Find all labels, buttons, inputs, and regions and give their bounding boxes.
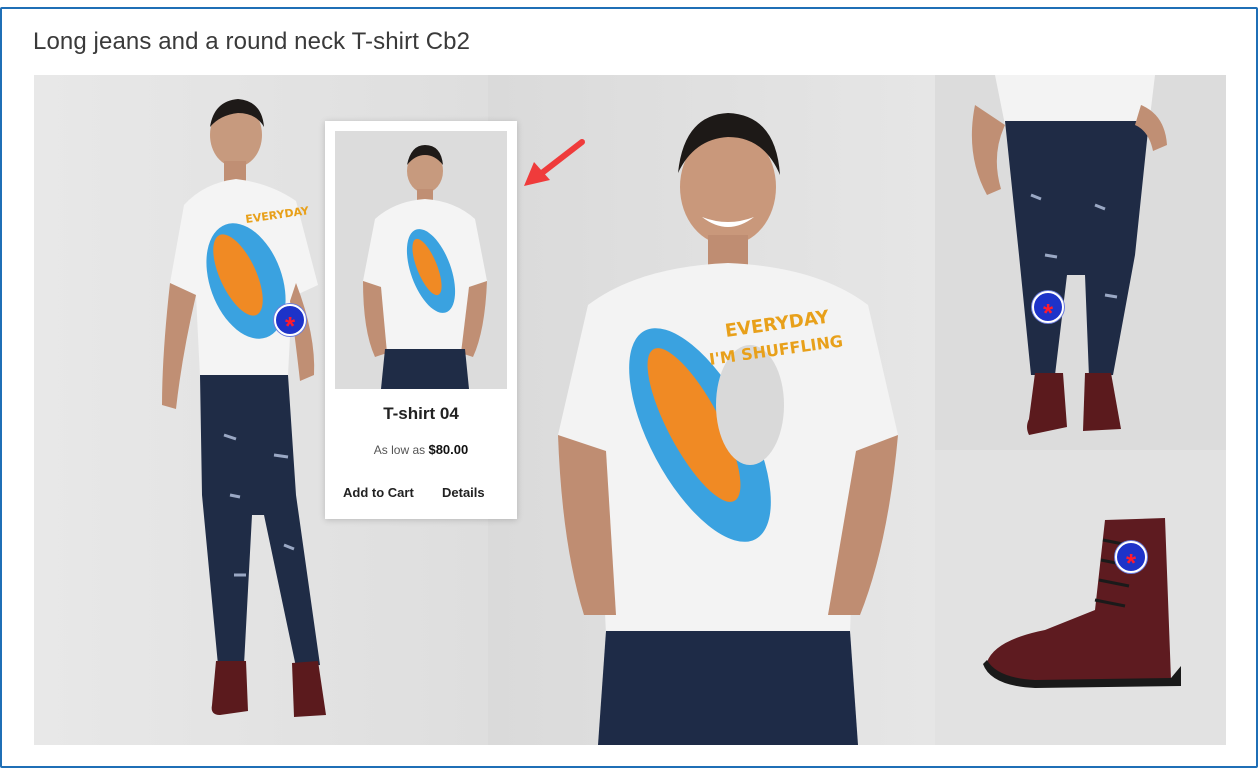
hotspot-boots[interactable]: * [1115, 541, 1147, 578]
boot-product-photo [935, 450, 1226, 745]
product-popup: T-shirt 04 As low as $80.00 Add to Cart … [325, 121, 517, 519]
hotspot-jeans[interactable]: * [1032, 291, 1064, 328]
product-thumbnail[interactable] [335, 131, 507, 389]
price-prefix: As low as [373, 443, 426, 457]
details-button[interactable]: Details [442, 485, 485, 500]
price-value: $80.00 [428, 442, 469, 457]
add-to-cart-button[interactable]: Add to Cart [343, 485, 414, 500]
lookbook-gallery: EVERYDAY EVERYDAY I'M SHUFFLING * * * [34, 75, 1226, 745]
product-price: As low as $80.00 [325, 442, 517, 457]
hotspot-tshirt[interactable]: * [274, 304, 306, 341]
annotation-arrow-icon [524, 139, 585, 186]
product-name: T-shirt 04 [383, 404, 459, 423]
page-title: Long jeans and a round neck T-shirt Cb2 [33, 28, 471, 55]
jeans-legs-photo [935, 75, 1226, 450]
